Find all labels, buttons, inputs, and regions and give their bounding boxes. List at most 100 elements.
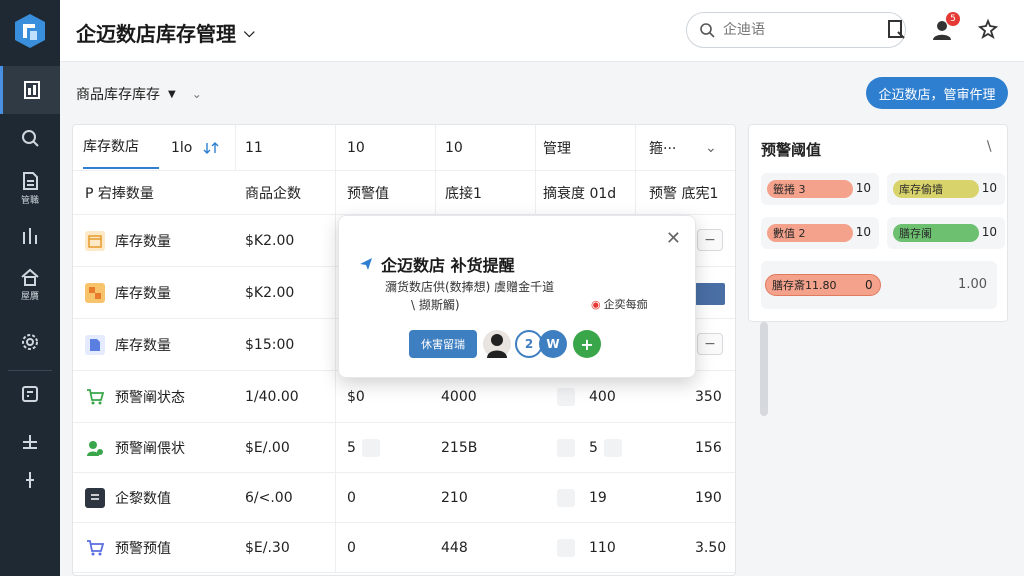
manage-store-button[interactable]: 企迈数店，管审仵理 bbox=[866, 77, 1008, 109]
restock-reminder-modal: ✕ 企迈数店 补货提醒 瀰货数店供(数捧想) 虞赠金千道 \ 撷斯觸) ◉ 企奕… bbox=[338, 215, 696, 378]
column-divider bbox=[435, 125, 436, 170]
column-divider bbox=[635, 171, 636, 214]
table-header-row: P 宕捧数量 商品企数 预警值 底接1 摘衰度 01d 预警 底宪1 bbox=[73, 171, 735, 215]
modal-title-text: 企迈数店 补货提醒 bbox=[381, 256, 515, 275]
column-header-label: 预警值 bbox=[347, 185, 389, 202]
row-decay: 110 bbox=[589, 539, 616, 556]
sidebar-item-more[interactable] bbox=[0, 456, 60, 504]
threshold-wide-card[interactable]: 膳存斎11.80 0 1.00 bbox=[761, 261, 997, 309]
threshold-card[interactable]: 库存偷墙 10 bbox=[887, 173, 1005, 205]
tab-store-inventory[interactable]: 库存数店 bbox=[83, 125, 159, 169]
sort-icon[interactable] bbox=[203, 125, 227, 170]
tab-10a[interactable]: 10 bbox=[347, 125, 407, 170]
chevron-down-icon[interactable]: ⌄ bbox=[705, 125, 725, 170]
sidebar: 管職 屋贋 bbox=[0, 0, 60, 576]
calendar-icon bbox=[85, 230, 105, 251]
column-divider bbox=[535, 125, 536, 170]
threshold-card[interactable]: 膳存阑 10 bbox=[887, 217, 1005, 249]
row-price: $15:00 bbox=[245, 336, 295, 353]
add-member-button[interactable]: + bbox=[573, 330, 601, 358]
modal-title: 企迈数店 补货提醒 bbox=[359, 252, 515, 276]
chevron-down-icon[interactable]: ⌄ bbox=[192, 87, 202, 101]
column-header[interactable]: 底接1 bbox=[445, 171, 482, 214]
dashboard-icon bbox=[23, 81, 40, 99]
app-logo-icon[interactable] bbox=[13, 12, 47, 50]
row-price: $E/.30 bbox=[245, 539, 290, 556]
tab-10b[interactable]: 10 bbox=[445, 125, 505, 170]
user-icon bbox=[85, 438, 105, 458]
row-chip[interactable] bbox=[557, 371, 579, 422]
search-box[interactable] bbox=[686, 12, 906, 48]
threshold-value: 10 bbox=[855, 181, 871, 195]
tab-label: 10 bbox=[347, 139, 365, 156]
tab-11[interactable]: 11 bbox=[245, 125, 305, 170]
row-chip[interactable] bbox=[557, 423, 579, 472]
bell-settings-icon[interactable] bbox=[976, 18, 1000, 42]
column-divider bbox=[235, 125, 236, 170]
sidebar-item-chart[interactable] bbox=[0, 212, 60, 260]
chevron-down-icon[interactable]: ⌵ bbox=[244, 25, 255, 41]
section-title-text: 商品库存库存 bbox=[76, 87, 160, 103]
export-icon[interactable] bbox=[884, 18, 908, 42]
row-decay: 19 bbox=[589, 489, 607, 506]
column-header[interactable]: 商品企数 bbox=[245, 171, 301, 214]
avatar[interactable] bbox=[483, 330, 511, 358]
row-price: $E/.00 bbox=[245, 439, 290, 456]
table-row[interactable]: 预警阐状态 1/40.00 $0 4000 400 350 bbox=[73, 371, 735, 423]
column-header-label: 预警 底宪1 bbox=[649, 185, 719, 202]
image-thumbnail[interactable] bbox=[695, 283, 725, 305]
collapse-icon[interactable]: ∖ bbox=[984, 139, 993, 155]
threshold-pill: 籤捲 3 bbox=[767, 180, 853, 198]
column-header-label: 底接1 bbox=[445, 185, 482, 202]
threshold-card[interactable]: 數值 2 10 bbox=[761, 217, 879, 249]
row-name-cell: 库存数量 bbox=[85, 319, 171, 370]
column-header[interactable]: 预警值 bbox=[347, 171, 389, 214]
restock-confirm-button[interactable]: 休害留瑞 bbox=[409, 330, 477, 358]
remove-button[interactable]: − bbox=[697, 229, 723, 251]
column-header[interactable]: 摘衰度 01d bbox=[543, 171, 616, 214]
tab-more[interactable]: 箍··· bbox=[649, 125, 699, 170]
column-header[interactable]: 预警 底宪1 bbox=[649, 171, 718, 214]
column-header-label: P 宕捧数量 bbox=[85, 185, 154, 202]
table-row[interactable]: 预警预值 $E/.30 0 448 110 3.50 bbox=[73, 523, 735, 573]
tab-label: 库存数店 bbox=[83, 139, 139, 155]
column-divider bbox=[335, 267, 336, 318]
chip-box bbox=[557, 488, 575, 507]
row-chip[interactable] bbox=[557, 473, 579, 522]
sidebar-item-home[interactable]: 屋贋 bbox=[0, 260, 60, 308]
row-threshold: $0 bbox=[347, 388, 365, 405]
user-notification[interactable]: 5 bbox=[930, 12, 960, 42]
tab-manage[interactable]: 管理 bbox=[543, 125, 603, 170]
sidebar-item-dashboard[interactable] bbox=[0, 66, 60, 114]
column-divider bbox=[335, 371, 336, 422]
sidebar-item-calculator[interactable] bbox=[0, 370, 60, 418]
avatar-w[interactable]: W bbox=[539, 330, 567, 358]
row-threshold: 0 bbox=[347, 489, 356, 506]
row-warning: 190 bbox=[695, 489, 722, 506]
search-input[interactable] bbox=[723, 22, 873, 38]
caret-down-icon[interactable]: ▼ bbox=[168, 89, 176, 100]
close-icon[interactable]: ✕ bbox=[666, 228, 681, 249]
row-warning: 3.50 bbox=[695, 539, 727, 556]
sidebar-item-search[interactable] bbox=[0, 114, 60, 162]
threshold-card[interactable]: 籤捲 3 10 bbox=[761, 173, 879, 205]
gear-icon bbox=[22, 334, 38, 350]
column-header[interactable]: P 宕捧数量 bbox=[85, 171, 154, 214]
modal-description: 瀰货数店供(数捧想) 虞赠金千道 \ 撷斯觸) bbox=[385, 278, 554, 314]
table-row[interactable]: 企黎数值 6/<.00 0 210 19 190 bbox=[73, 473, 735, 523]
row-chip[interactable] bbox=[557, 523, 579, 572]
file-icon bbox=[85, 334, 105, 355]
threshold-wide-value: 0 bbox=[865, 278, 873, 292]
app-title[interactable]: 企迈数店库存管理 ⌵ bbox=[76, 18, 255, 47]
scrollbar[interactable] bbox=[760, 322, 768, 416]
app-title-text: 企迈数店库存管理 bbox=[76, 22, 236, 46]
row-name: 预警阐偎状 bbox=[115, 440, 185, 457]
remove-button[interactable]: − bbox=[697, 333, 723, 355]
search-icon bbox=[22, 130, 39, 147]
alert-icon: ◉ bbox=[591, 297, 601, 311]
section-title[interactable]: 商品库存库存 ▼ ⌄ bbox=[76, 84, 202, 104]
tab-1lo[interactable]: 1lo bbox=[171, 125, 201, 170]
table-row[interactable]: 预警阐偎状 $E/.00 5 215B 5 156 bbox=[73, 423, 735, 473]
sidebar-item-settings[interactable] bbox=[0, 318, 60, 366]
sidebar-item-document[interactable]: 管職 bbox=[0, 164, 60, 212]
